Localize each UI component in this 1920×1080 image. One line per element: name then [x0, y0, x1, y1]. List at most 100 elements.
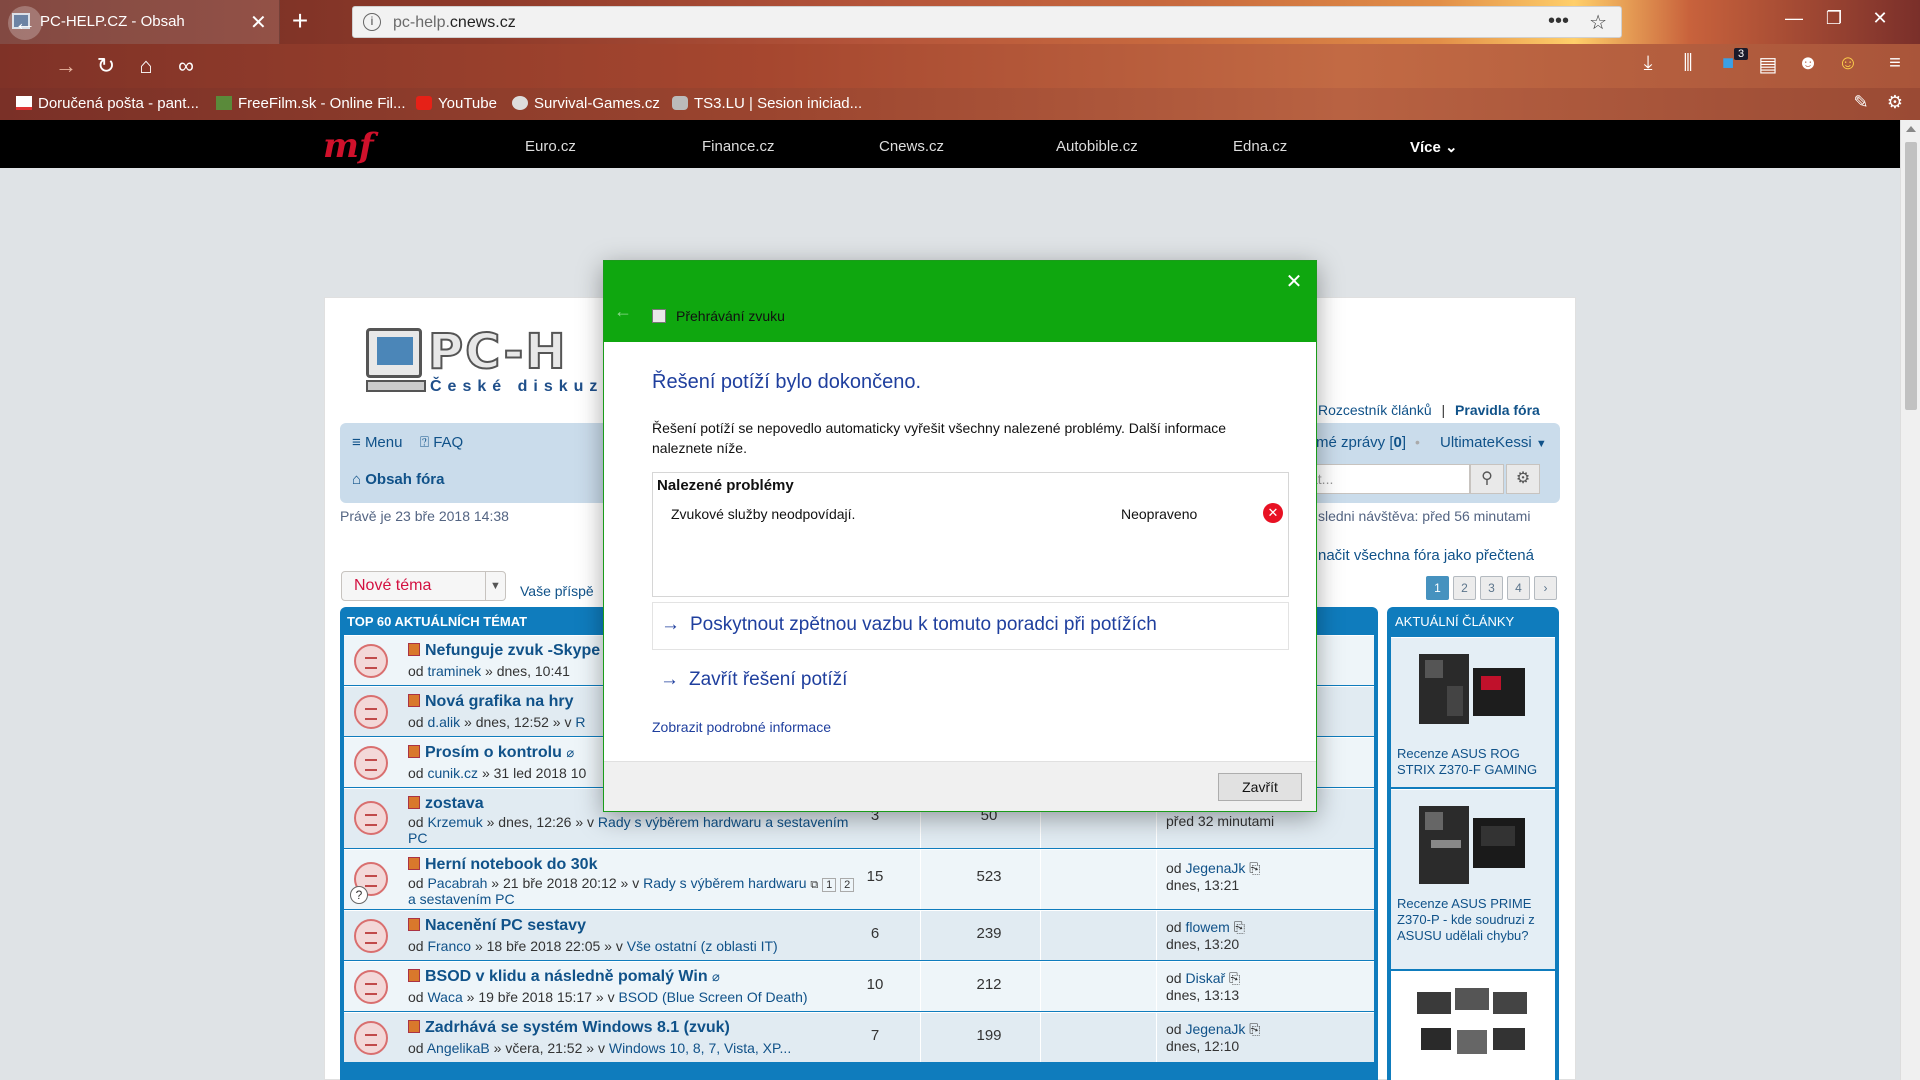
bookmark-gmail[interactable]: Doručená pošta - pant...	[16, 95, 199, 112]
topic-title[interactable]: BSOD v klidu a následně pomalý Win ⌀	[408, 968, 720, 986]
mark-all-read-link[interactable]: načit všechna fóra jako přečtená	[1318, 547, 1534, 564]
network-link-cnews[interactable]: Cnews.cz	[879, 138, 944, 155]
bookmark-star-icon[interactable]: ☆	[1589, 10, 1607, 35]
topic-title[interactable]: Nefunguje zvuk -Skype	[408, 642, 600, 660]
page-scrollbar[interactable]	[1900, 120, 1920, 1080]
topic-author[interactable]: Krzemuk	[427, 814, 482, 830]
download-icon[interactable]: ⤓	[1633, 52, 1663, 75]
view-latest-icon[interactable]: ⎘	[1249, 860, 1260, 876]
browser-tab[interactable]: PC-HELP.CZ - Obsah ✕	[0, 0, 280, 44]
bookmark-freefilm[interactable]: FreeFilm.sk - Online Fil...	[216, 95, 406, 112]
back-arrow-icon[interactable]: ←	[8, 6, 42, 40]
scroll-up-icon[interactable]	[1906, 126, 1916, 132]
article-card[interactable]: Recenze ASUS ROG STRIX Z370-F GAMING	[1391, 637, 1555, 787]
bookmark-survival-games[interactable]: Survival-Games.cz	[512, 95, 660, 112]
new-tab-button[interactable]: +	[285, 6, 315, 36]
tab-close-icon[interactable]: ✕	[250, 10, 267, 35]
menu-button[interactable]: ≡ Menu	[352, 434, 402, 451]
board-index-link[interactable]: ⌂ Obsah fóra	[352, 471, 444, 488]
view-latest-icon[interactable]: ⎘	[1234, 919, 1245, 935]
search-icon[interactable]: ⚲	[1470, 464, 1504, 494]
new-topic-button[interactable]: Nové téma ▼	[341, 571, 506, 601]
last-post-author[interactable]: flowem	[1185, 919, 1229, 935]
article-caption[interactable]: Recenze ASUS PRIME Z370-P - kde soudruzi…	[1397, 896, 1555, 944]
article-card[interactable]: Recenze ASUS PRIME Z370-P - kde soudruzi…	[1391, 789, 1555, 969]
your-posts-link[interactable]: Vaše příspě	[520, 583, 594, 599]
wrench-icon[interactable]: ✎	[1846, 92, 1876, 113]
table-row[interactable]: Zadrhává se systém Windows 8.1 (zvuk) od…	[344, 1012, 1374, 1062]
close-button[interactable]: Zavřít	[1218, 773, 1302, 801]
feedback-option[interactable]: → Poskytnout zpětnou vazbu k tomuto porad…	[652, 602, 1289, 650]
window-close-icon[interactable]: ✕	[1860, 8, 1900, 29]
topic-author[interactable]: cunik.cz	[427, 765, 478, 781]
page-1[interactable]: 1	[1426, 576, 1449, 600]
view-latest-icon[interactable]: ⎘	[1229, 970, 1240, 986]
reload-icon[interactable]: ↻	[92, 52, 120, 80]
minimize-icon[interactable]: —	[1774, 8, 1814, 29]
network-link-finance[interactable]: Finance.cz	[702, 138, 775, 155]
library-icon[interactable]: ⫼	[1673, 52, 1703, 75]
view-latest-icon[interactable]: ⎘	[1249, 1021, 1260, 1037]
last-post-author[interactable]: JegenaJk	[1185, 860, 1245, 876]
feedback-link[interactable]: → Poskytnout zpětnou vazbu k tomuto porad…	[661, 614, 1157, 636]
topic-title[interactable]: Prosím o kontrolu ⌀	[408, 744, 574, 762]
topic-author[interactable]: Franco	[427, 938, 471, 954]
bookmark-youtube[interactable]: YouTube	[416, 95, 497, 112]
back-arrow-icon[interactable]: ←	[614, 301, 632, 322]
table-row[interactable]: ? Herní notebook do 30k od Pacabrah » 21…	[344, 849, 1374, 909]
search-input[interactable]: at...	[1305, 464, 1470, 494]
extension-dots-icon[interactable]: ▤	[1753, 52, 1783, 77]
network-link-autobible[interactable]: Autobible.cz	[1056, 138, 1138, 155]
bookmark-ts3[interactable]: TS3.LU | Sesion iniciad...	[672, 95, 862, 112]
topic-title[interactable]: Zadrhává se systém Windows 8.1 (zvuk)	[408, 1019, 730, 1037]
page-actions-icon[interactable]: •••	[1548, 10, 1569, 33]
private-messages-link[interactable]: mé zprávy [0]	[1316, 434, 1406, 451]
topic-page-2[interactable]: 2	[840, 878, 855, 892]
next-page-icon[interactable]: ›	[1534, 576, 1557, 600]
page-2[interactable]: 2	[1453, 576, 1476, 600]
mf-logo[interactable]: mf	[323, 126, 374, 166]
page-3[interactable]: 3	[1480, 576, 1503, 600]
hamburger-menu-icon[interactable]: ≡	[1880, 52, 1910, 75]
url-bar[interactable]: i pc-help.cnews.cz ••• ☆	[352, 6, 1622, 38]
smiley-icon[interactable]: ☺	[1833, 52, 1863, 75]
topic-title[interactable]: Nacenění PC sestavy	[408, 917, 586, 935]
site-info-icon[interactable]: i	[363, 13, 381, 31]
table-row[interactable]: Nacenění PC sestavy od Franco » 18 bře 2…	[344, 910, 1374, 960]
close-icon[interactable]: ✕	[1276, 267, 1312, 297]
article-caption[interactable]: Recenze ASUS ROG STRIX Z370-F GAMING	[1397, 746, 1555, 778]
topic-title[interactable]: Nová grafika na hry	[408, 693, 574, 711]
private-mask-icon[interactable]: ∞	[172, 52, 200, 80]
forward-arrow-icon[interactable]: →	[52, 52, 80, 80]
network-link-euro[interactable]: Euro.cz	[525, 138, 576, 155]
view-details-link[interactable]: Zobrazit podrobné informace	[652, 719, 831, 735]
close-troubleshooter-link[interactable]: → Zavřít řešení potíží	[660, 669, 847, 691]
topic-page-1[interactable]: 1	[822, 878, 837, 892]
topic-author[interactable]: d.alik	[427, 714, 460, 730]
articles-link[interactable]: Rozcestník článků	[1318, 402, 1432, 418]
article-card[interactable]	[1391, 971, 1555, 1080]
dropdown-icon[interactable]: ▼	[485, 572, 505, 600]
topic-author[interactable]: Waca	[427, 989, 462, 1005]
network-more-dropdown[interactable]: Více ⌄	[1410, 138, 1458, 156]
topic-author[interactable]: Pacabrah	[427, 875, 487, 891]
link-separator: |	[1441, 402, 1446, 418]
topic-title[interactable]: zostava	[408, 795, 484, 813]
last-post-author[interactable]: JegenaJk	[1185, 1021, 1245, 1037]
settings-gear-icon[interactable]: ⚙	[1880, 92, 1910, 113]
topic-author[interactable]: traminek	[427, 663, 481, 679]
topic-title[interactable]: Herní notebook do 30k	[408, 856, 597, 874]
advanced-search-gear-icon[interactable]: ⚙	[1506, 464, 1540, 494]
monkey-icon[interactable]: ☻	[1793, 52, 1823, 75]
home-icon[interactable]: ⌂	[132, 52, 160, 80]
page-4[interactable]: 4	[1507, 576, 1530, 600]
scroll-thumb[interactable]	[1905, 142, 1917, 410]
topic-author[interactable]: AngelikaB	[427, 1040, 490, 1056]
table-row[interactable]: BSOD v klidu a následně pomalý Win ⌀ od …	[344, 961, 1374, 1011]
faq-link[interactable]: ⍰ FAQ	[420, 434, 463, 451]
rules-link[interactable]: Pravidla fóra	[1455, 402, 1540, 418]
restore-icon[interactable]: ❐	[1814, 8, 1854, 29]
user-menu[interactable]: UltimateKessi ▼	[1440, 434, 1547, 451]
last-post-author[interactable]: Diskař	[1185, 970, 1225, 986]
network-link-edna[interactable]: Edna.cz	[1233, 138, 1287, 155]
